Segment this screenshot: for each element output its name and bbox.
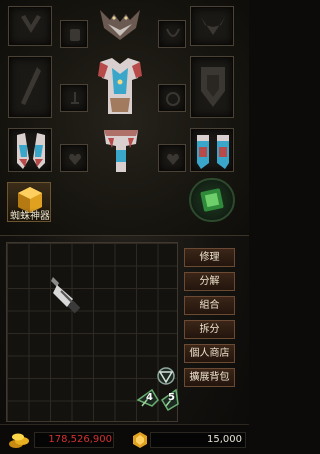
leg-armor-icon xyxy=(104,130,138,172)
weapon-slot-left[interactable] xyxy=(8,56,52,118)
currency-bar: 178,526,900 15,000 xyxy=(0,424,249,454)
rune-cluster[interactable]: 4 5 xyxy=(132,356,182,420)
helmet-slot[interactable] xyxy=(94,6,146,44)
gold-coins-icon xyxy=(9,433,29,448)
coin-amount: 15,000 xyxy=(207,434,242,445)
ring-slot-left[interactable] xyxy=(60,84,88,112)
inventory-panel: 修理 分解 組合 拆分 個人商店 擴展背包 4 5 xyxy=(0,236,249,454)
necklace-icon xyxy=(166,28,180,37)
combine-button[interactable]: 組合 xyxy=(184,296,235,315)
ring-slot-lower-right[interactable] xyxy=(158,144,186,172)
heart-ring-icon xyxy=(167,153,179,165)
ring-icon xyxy=(71,92,79,104)
artifact-label: 蜘蛛神器 xyxy=(10,211,50,222)
armor-slot[interactable] xyxy=(94,54,146,120)
hammer-icon xyxy=(51,277,81,314)
chest-armor-icon xyxy=(98,58,142,114)
personal-shop-button[interactable]: 個人商店 xyxy=(184,344,235,363)
helmet-icon xyxy=(100,10,140,40)
inventory-item-hammer[interactable] xyxy=(45,273,85,317)
amulet-slot[interactable] xyxy=(158,20,186,48)
rune-count-1: 4 xyxy=(146,392,153,403)
bracelet-icon xyxy=(166,92,180,106)
equipment-panel: 蜘蛛神器 xyxy=(0,0,249,236)
boots-icon xyxy=(197,135,229,169)
wings-icon xyxy=(201,17,225,35)
rune-count-2: 5 xyxy=(168,392,175,403)
heart-ring-icon xyxy=(69,153,81,165)
ring-slot-left-top[interactable] xyxy=(60,20,88,48)
coin-icon xyxy=(133,432,147,448)
pendant-slot[interactable] xyxy=(189,178,235,222)
wings-slot[interactable] xyxy=(190,6,234,46)
glove-icon xyxy=(70,29,80,41)
rune-icons xyxy=(136,367,179,412)
shoulder-icon xyxy=(21,15,41,33)
shoulder-slot[interactable] xyxy=(8,6,52,46)
gold-amount: 178,526,900 xyxy=(48,434,112,445)
ring-slot-lower-left[interactable] xyxy=(60,144,88,172)
boots-slot[interactable] xyxy=(190,128,234,172)
sword-icon xyxy=(21,67,41,105)
green-emblem-icon xyxy=(200,188,224,212)
expand-bag-button[interactable]: 擴展背包 xyxy=(184,368,235,387)
disassemble-button[interactable]: 分解 xyxy=(184,272,235,291)
shield-slot[interactable] xyxy=(190,56,234,118)
repair-button[interactable]: 修理 xyxy=(184,248,235,267)
gloves-slot[interactable] xyxy=(8,128,52,172)
gauntlets-icon xyxy=(17,133,45,169)
pants-slot[interactable] xyxy=(96,126,146,176)
shield-icon xyxy=(201,67,225,107)
bracer-slot[interactable] xyxy=(158,84,186,112)
inventory-window: 蜘蛛神器 修理 分解 組合 拆分 個人商店 擴展背包 4 5 178,526,9… xyxy=(0,0,249,454)
split-button[interactable]: 拆分 xyxy=(184,320,235,339)
